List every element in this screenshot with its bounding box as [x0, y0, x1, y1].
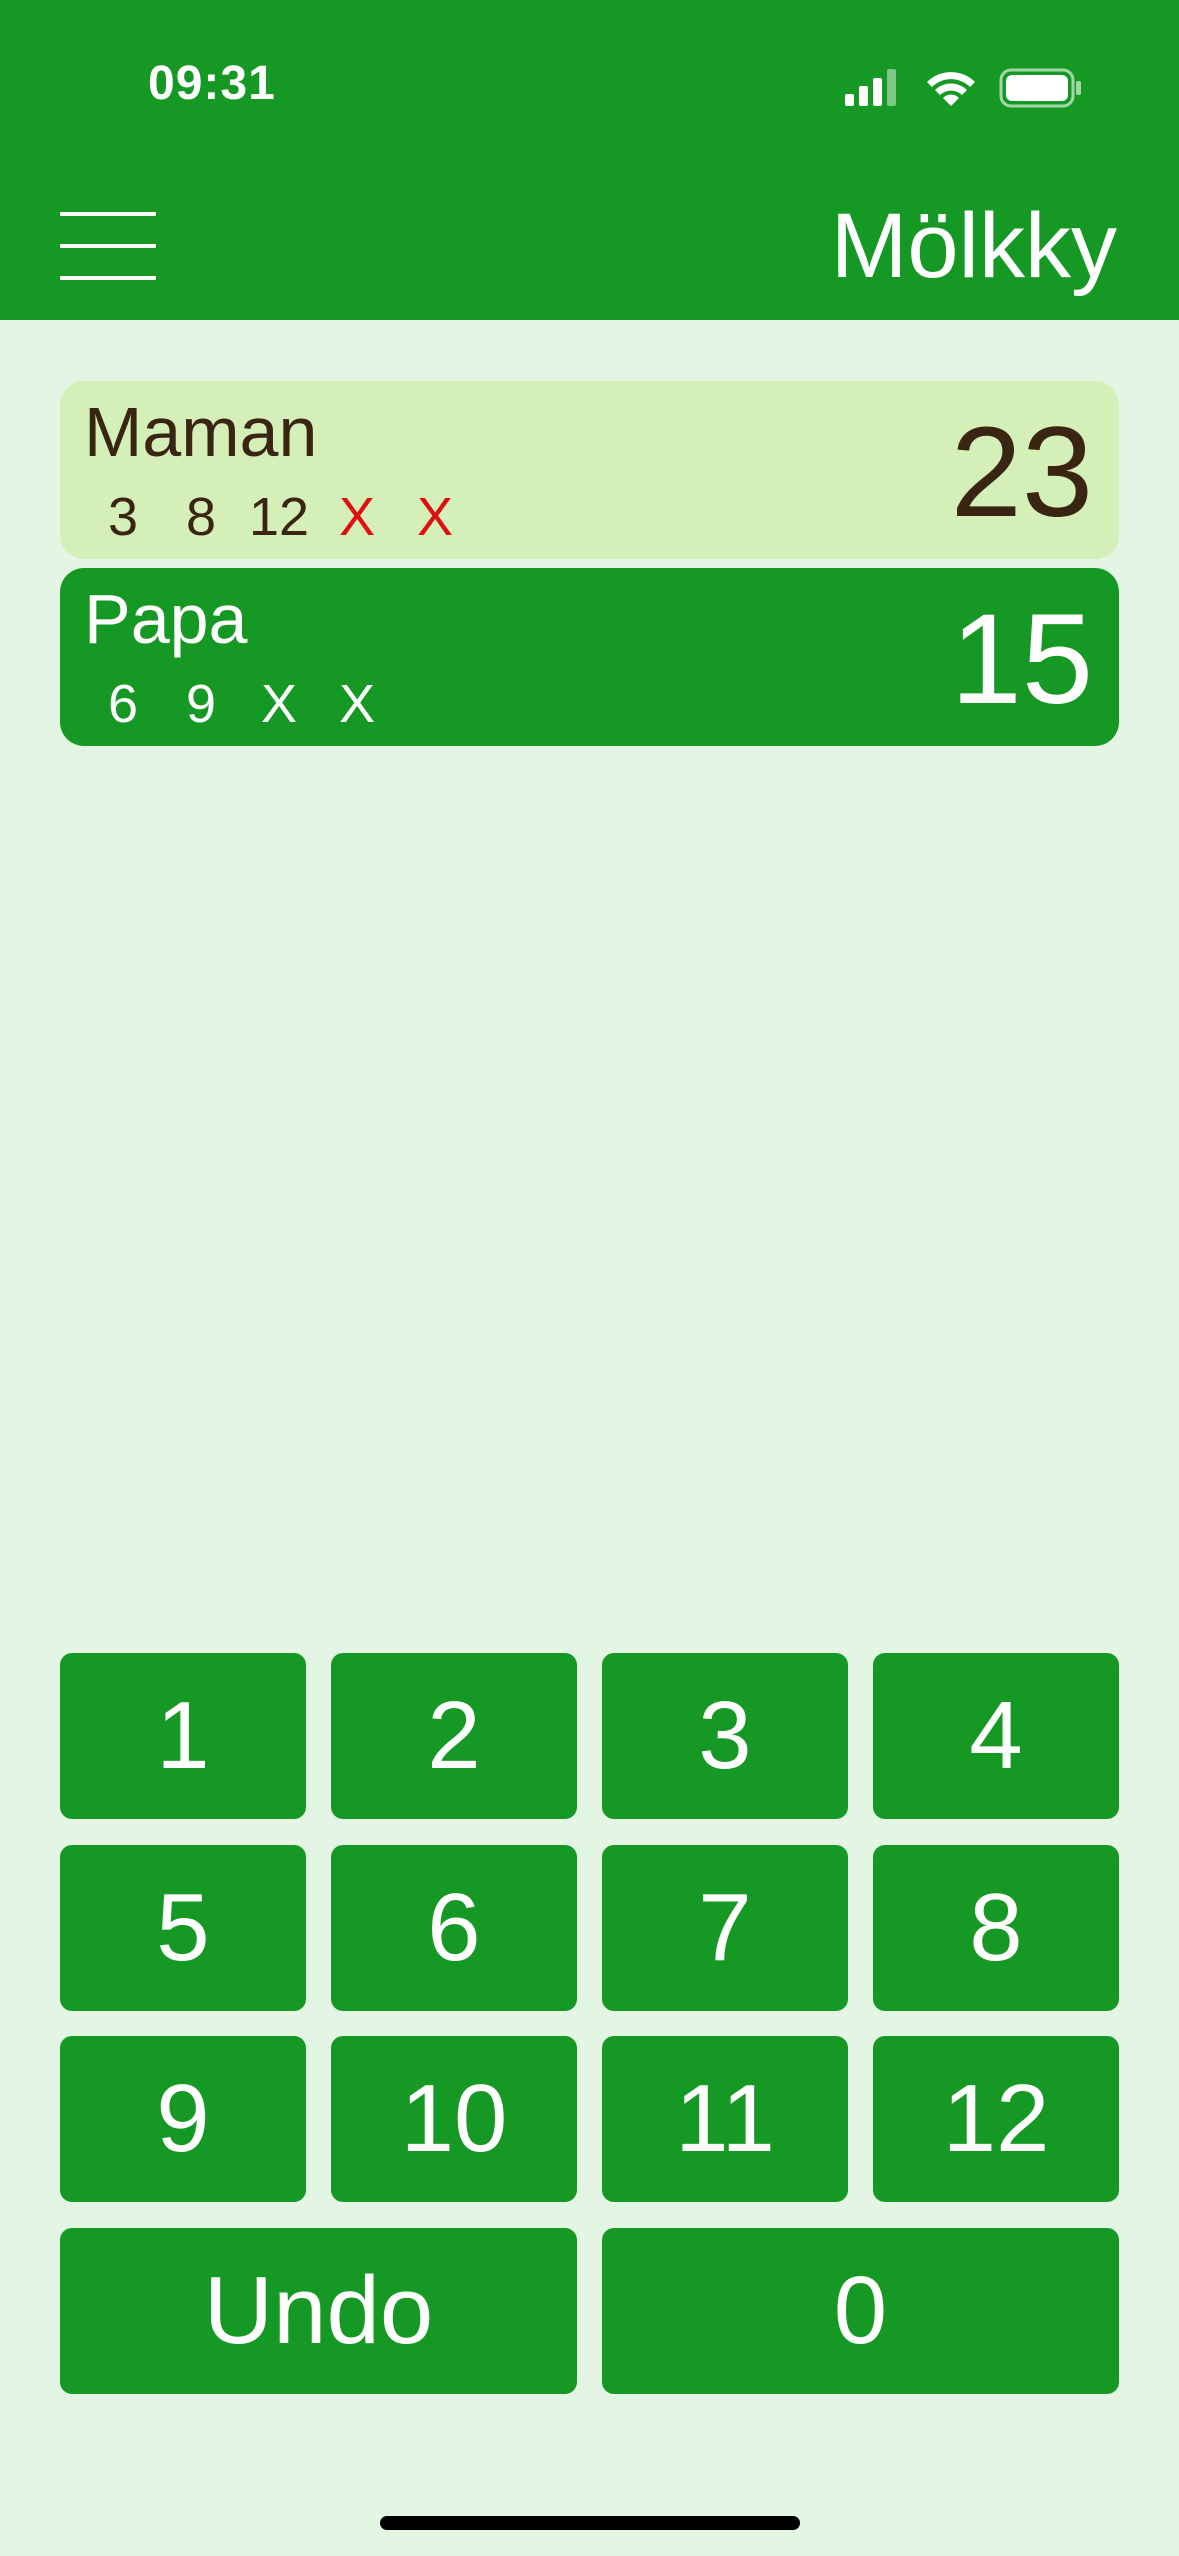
throw-miss: X: [338, 674, 376, 734]
throw-value: 3: [107, 487, 139, 547]
player-name: Papa: [84, 580, 248, 658]
menu-line: [60, 244, 156, 248]
throw-miss: X: [416, 487, 454, 547]
key-0[interactable]: 0: [602, 2228, 1119, 2394]
key-1[interactable]: 1: [60, 1653, 306, 1819]
key-4[interactable]: 4: [873, 1653, 1119, 1819]
app-header: 09:31 Mölkky: [0, 0, 1179, 320]
throw-history: 3 8 12 X X: [84, 489, 474, 545]
menu-button[interactable]: [60, 212, 156, 282]
throw-value: 12: [248, 487, 310, 547]
player-name: Maman: [84, 393, 318, 471]
status-icons: [845, 68, 1081, 108]
key-9[interactable]: 9: [60, 2036, 306, 2202]
key-5[interactable]: 5: [60, 1845, 306, 2011]
cellular-signal-icon: [845, 69, 896, 106]
throw-value: 9: [185, 674, 217, 734]
key-12[interactable]: 12: [873, 2036, 1119, 2202]
throw-value: 6: [107, 674, 139, 734]
throw-miss: X: [338, 487, 376, 547]
key-10[interactable]: 10: [331, 2036, 577, 2202]
key-6[interactable]: 6: [331, 1845, 577, 2011]
key-8[interactable]: 8: [873, 1845, 1119, 2011]
throw-history: 6 9 X X: [84, 676, 396, 732]
home-indicator[interactable]: [380, 2516, 800, 2530]
throw-miss: X: [260, 674, 298, 734]
status-time: 09:31: [148, 57, 276, 110]
menu-line: [60, 276, 156, 280]
battery-icon: [999, 68, 1081, 108]
throw-value: 8: [185, 487, 217, 547]
wifi-icon: [927, 72, 975, 106]
player-card-maman: Maman 3 8 12 X X 23: [60, 381, 1119, 559]
key-7[interactable]: 7: [602, 1845, 848, 2011]
menu-line: [60, 212, 156, 216]
key-11[interactable]: 11: [602, 2036, 848, 2202]
app-title: Mölkky: [830, 195, 1117, 297]
key-2[interactable]: 2: [331, 1653, 577, 1819]
undo-button[interactable]: Undo: [60, 2228, 577, 2394]
player-score: 15: [950, 588, 1093, 731]
player-score: 23: [950, 401, 1093, 544]
key-3[interactable]: 3: [602, 1653, 848, 1819]
player-card-papa: Papa 6 9 X X 15: [60, 568, 1119, 746]
